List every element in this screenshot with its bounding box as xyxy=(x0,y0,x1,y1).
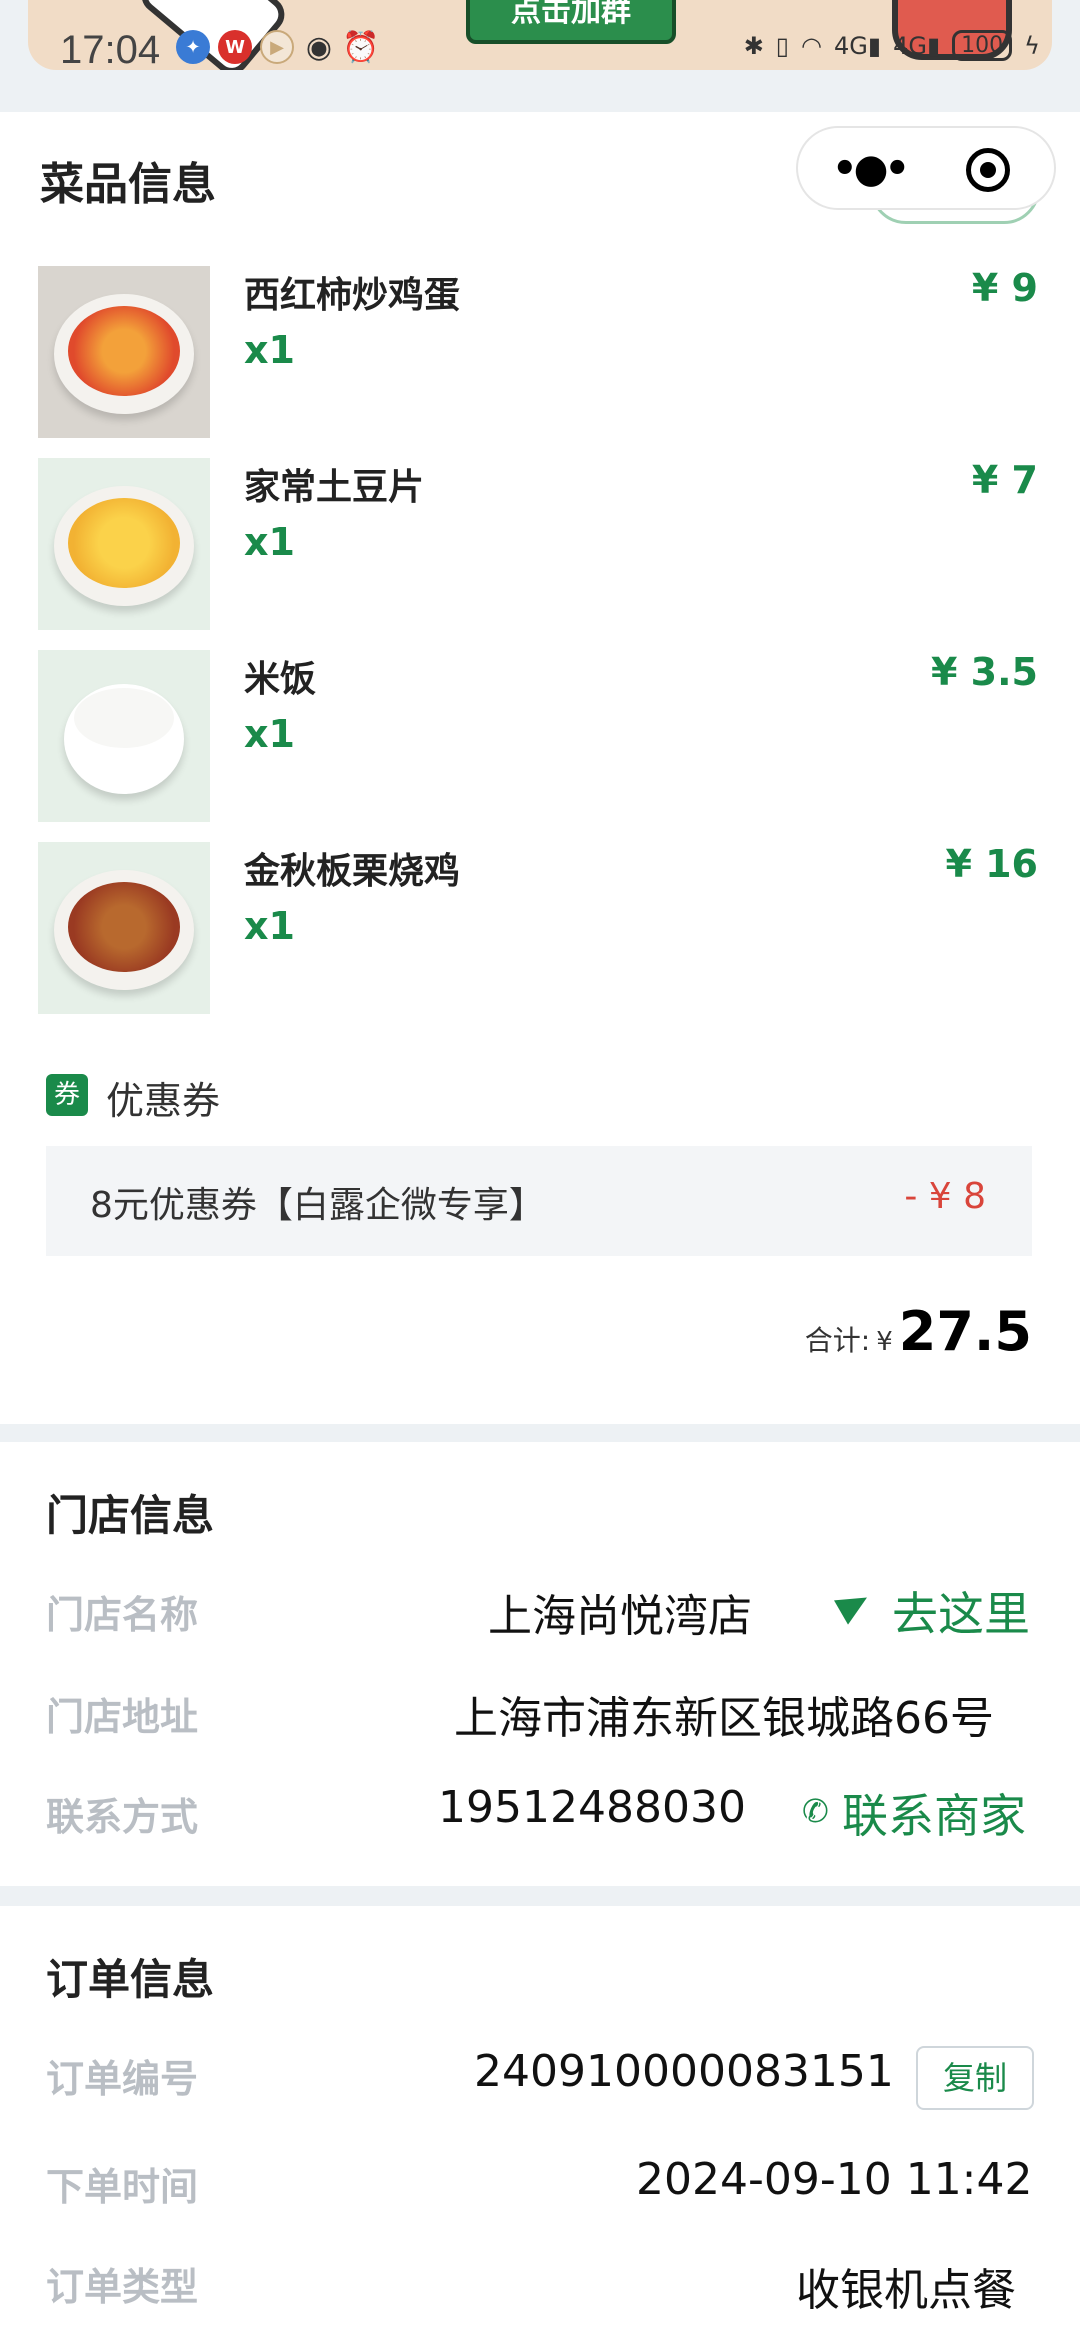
food-shape xyxy=(68,498,180,588)
food-shape xyxy=(68,882,180,972)
network-type-2: 4G xyxy=(893,31,927,60)
dish-quantity: x1 xyxy=(244,712,295,756)
dish-price: ¥ 9 xyxy=(971,266,1038,310)
dish-image xyxy=(38,842,210,1014)
eye-icon: ◉ xyxy=(305,29,333,65)
contact-label: 联系方式 xyxy=(46,1795,199,1839)
store-address: 上海市浦东新区银城路66号 xyxy=(454,1693,994,1744)
app-notification-icon: ✦ xyxy=(176,30,210,64)
dish-price: ¥ 3.5 xyxy=(931,650,1038,694)
order-number: 240910000083151 xyxy=(474,2046,894,2097)
dish-quantity: x1 xyxy=(244,328,295,372)
wifi-icon: ◠ xyxy=(801,31,822,60)
order-number-label: 订单编号 xyxy=(46,2057,199,2101)
navigate-link[interactable]: 去这里 xyxy=(892,1578,1030,1644)
copy-button[interactable]: 复制 xyxy=(916,2046,1034,2110)
contact-merchant-link[interactable]: 联系商家 xyxy=(842,1780,1026,1846)
store-section-title: 门店信息 xyxy=(46,1491,215,1540)
signal-icon-2: 4G▮ xyxy=(893,31,941,60)
coupon-section-title: 优惠券 xyxy=(106,1079,221,1123)
rice-shape xyxy=(74,688,174,748)
signal-icon-1: 4G▮ xyxy=(833,31,882,60)
dish-name: 家常土豆片 xyxy=(244,467,425,508)
store-name-label: 门店名称 xyxy=(46,1593,199,1637)
dish-name: 金秋板栗烧鸡 xyxy=(244,851,461,892)
dish-price: ¥ 16 xyxy=(945,842,1038,886)
coupon-tag-icon: 券 xyxy=(46,1074,88,1116)
order-type: 收银机点餐 xyxy=(796,2265,1016,2316)
dish-item: 西红柿炒鸡蛋 x1 ¥ 9 xyxy=(38,266,1038,438)
charging-icon: ϟ xyxy=(1024,31,1040,60)
dish-image xyxy=(38,650,210,822)
vibrate-icon: ▯ xyxy=(775,31,790,60)
close-miniprogram-icon[interactable] xyxy=(966,148,1010,192)
dish-item: 米饭 x1 ¥ 3.5 xyxy=(38,650,1038,822)
order-time: 2024-09-10 11:42 xyxy=(636,2154,1033,2205)
alarm-icon: ⏰ xyxy=(342,29,380,65)
food-shape xyxy=(68,306,180,396)
system-status-icons: ✱ ▯ ◠ 4G▮ 4G▮ 100 ϟ xyxy=(744,30,1040,61)
weibo-icon: W xyxy=(218,30,252,64)
more-menu-icon[interactable]: •●• xyxy=(832,146,910,192)
dish-image xyxy=(38,458,210,630)
dish-item: 家常土豆片 x1 ¥ 7 xyxy=(38,458,1038,630)
order-type-label: 订单类型 xyxy=(46,2265,199,2309)
status-time: 17:04 xyxy=(60,28,161,72)
miniprogram-capsule: •●• xyxy=(796,126,1056,210)
notification-icons: ✦ W ▶ ◉ ⏰ xyxy=(176,29,380,65)
dish-image xyxy=(38,266,210,438)
order-section-title: 订单信息 xyxy=(46,1955,215,2004)
coupon-row: 8元优惠券【白露企微专享】 - ¥ 8 xyxy=(46,1146,1032,1256)
network-type-1: 4G xyxy=(833,31,868,60)
dish-quantity: x1 xyxy=(244,904,295,948)
store-name: 上海尚悦湾店 xyxy=(488,1591,752,1642)
order-time-label: 下单时间 xyxy=(46,2165,199,2209)
store-phone: 19512488030 xyxy=(438,1782,746,1833)
join-group-button[interactable]: 点击加群 xyxy=(466,0,676,44)
store-address-label: 门店地址 xyxy=(46,1695,199,1739)
order-total: 合计: ¥ 27.5 xyxy=(805,1300,1032,1363)
total-label: 合计: xyxy=(804,1324,871,1357)
dish-name: 西红柿炒鸡蛋 xyxy=(244,275,461,316)
dish-item: 金秋板栗烧鸡 x1 ¥ 16 xyxy=(38,842,1038,1014)
dish-price: ¥ 7 xyxy=(971,458,1038,502)
play-icon: ▶ xyxy=(260,30,294,64)
phone-icon[interactable]: ✆ xyxy=(802,1792,829,1830)
coupon-name: 8元优惠券【白露企微专享】 xyxy=(90,1185,545,1226)
dish-quantity: x1 xyxy=(244,520,295,564)
total-currency: ¥ xyxy=(876,1327,893,1357)
dishes-section-title: 菜品信息 xyxy=(40,159,216,210)
coupon-amount: - ¥ 8 xyxy=(904,1176,986,1217)
order-detail-screen: 点击加群 17:04 ✦ W ▶ ◉ ⏰ ✱ ▯ ◠ 4G▮ 4G▮ 100 ϟ… xyxy=(0,0,1080,2340)
total-amount: 27.5 xyxy=(898,1300,1032,1363)
bluetooth-icon: ✱ xyxy=(743,31,764,60)
battery-icon: 100 xyxy=(952,30,1013,61)
dish-name: 米饭 xyxy=(244,659,317,700)
